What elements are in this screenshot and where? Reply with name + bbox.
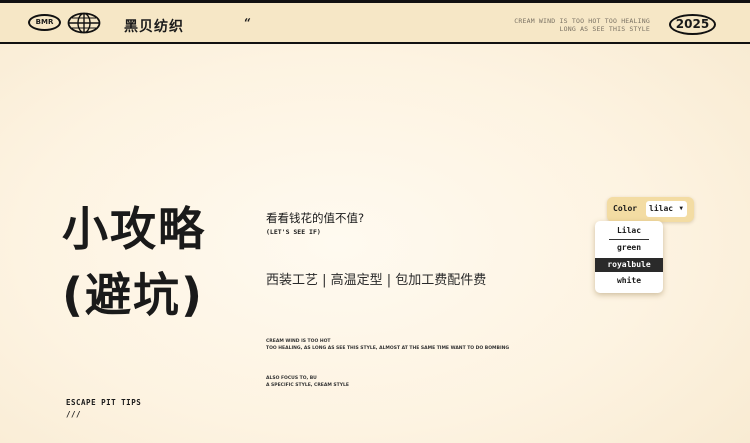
- chevron-down-icon: ▼: [679, 205, 683, 212]
- value-question: 看看钱花的值不值?: [266, 211, 365, 225]
- quote-mark: “: [244, 16, 251, 30]
- escape-tips-label: ESCAPE PIT TIPS: [66, 398, 142, 407]
- hero-title-line-1: 小攻略: [62, 202, 206, 256]
- option-divider: [609, 239, 649, 240]
- color-dropdown-menu: Lilac green royalbule white: [595, 221, 663, 293]
- color-picker: Color lilac ▼: [607, 197, 694, 222]
- fine-print-2: ALSO FOCUS TO, BU A SPECIFIC STYLE, CREA…: [266, 375, 349, 389]
- color-select-value: lilac: [649, 204, 674, 213]
- value-question-subtitle: (LET'S SEE IF): [266, 228, 321, 236]
- fine-print-1b: TOO HEALING, AS LONG AS SEE THIS STYLE, …: [266, 346, 510, 351]
- header-slogan: CREAM WIND IS TOO HOT TOO HEALING LONG A…: [514, 17, 650, 33]
- globe-icon: [67, 12, 101, 34]
- color-select[interactable]: lilac ▼: [646, 201, 687, 217]
- color-option-royalbule[interactable]: royalbule: [595, 258, 663, 272]
- fine-print-2a: ALSO FOCUS TO, BU: [266, 376, 317, 381]
- color-label: Color: [613, 204, 638, 213]
- fine-print-1: CREAM WIND IS TOO HOT TOO HEALING, AS LO…: [266, 338, 509, 352]
- hero-title-line-2: (避坑): [62, 268, 205, 322]
- color-option-lilac[interactable]: Lilac: [595, 224, 663, 238]
- hero-title: 小攻略 (避坑): [62, 196, 206, 328]
- services-line: 西装工艺 | 高温定型 | 包加工费配件费: [266, 273, 487, 288]
- escape-tips-slashes: ///: [66, 410, 82, 419]
- fine-print-2b: A SPECIFIC STYLE, CREAM STYLE: [266, 383, 349, 388]
- year-badge: 2025: [669, 14, 716, 35]
- color-option-white[interactable]: white: [595, 274, 663, 288]
- slogan-line-1: CREAM WIND IS TOO HOT TOO HEALING: [514, 17, 650, 25]
- fine-print-1a: CREAM WIND IS TOO HOT: [266, 339, 331, 344]
- brand-logo: BMR: [28, 14, 61, 31]
- color-option-green[interactable]: green: [595, 241, 663, 255]
- top-bar: BMR 黑贝纺织 “ CREAM WIND IS TOO HOT TOO HEA…: [0, 0, 750, 44]
- slogan-line-2: LONG AS SEE THIS STYLE: [559, 25, 650, 33]
- escape-tips-footer: ESCAPE PIT TIPS ///: [66, 397, 141, 421]
- brand-name: 黑贝纺织: [124, 19, 184, 35]
